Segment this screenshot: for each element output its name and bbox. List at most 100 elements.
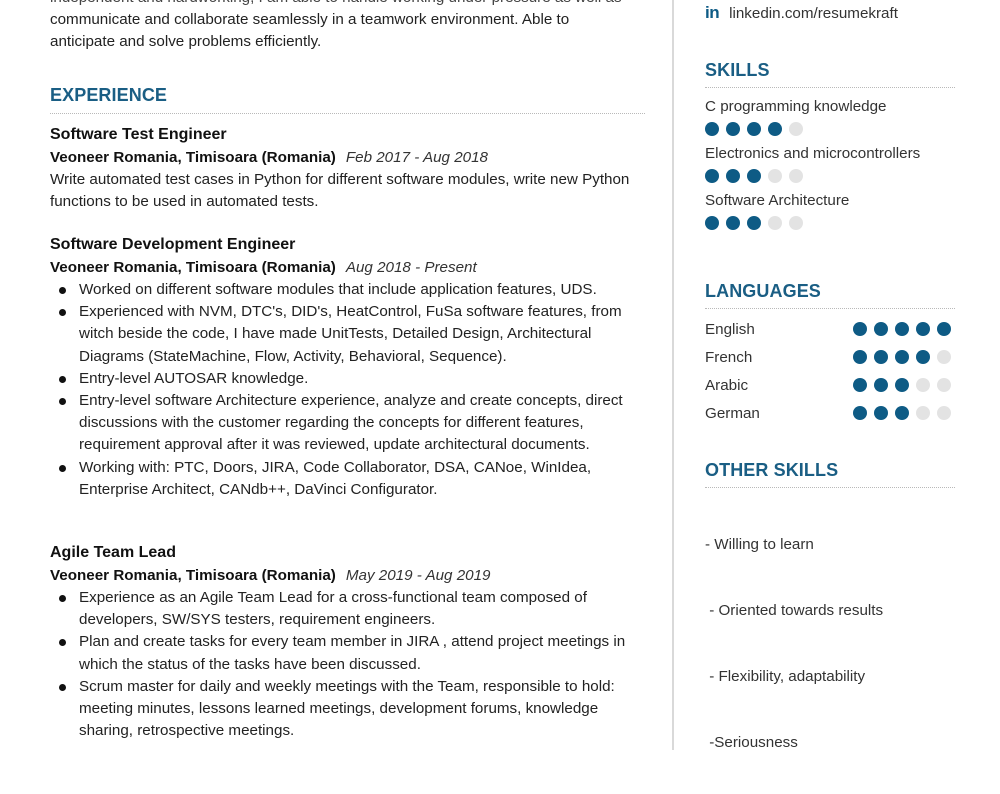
rating-dot-filled [747, 122, 761, 136]
skills-heading: SKILLS [705, 60, 770, 80]
rating-dot-filled [705, 122, 719, 136]
contact-linkedin: in linkedin.com/resumekraft [705, 3, 898, 23]
rating-dot-filled [853, 378, 867, 392]
skill-name: C programming knowledge [705, 98, 887, 115]
job-bullet: Scrum master for daily and weekly meetin… [50, 676, 645, 743]
linkedin-url[interactable]: linkedin.com/resumekraft [729, 5, 898, 22]
rating-dot-filled [768, 122, 782, 136]
job-company: Veoneer Romania, Timisoara (Romania) [50, 567, 336, 584]
languages-divider [705, 308, 955, 309]
summary: independent and hardworking, I am able t… [50, 0, 645, 53]
bullet-text: Working with: PTC, Doors, JIRA, Code Col… [79, 458, 592, 498]
other-skills-divider [705, 487, 955, 488]
job-meta: Veoneer Romania, Timisoara (Romania) May … [50, 564, 645, 587]
job-description: Write automated test cases in Python for… [50, 171, 630, 211]
bullet-icon [59, 375, 66, 383]
other-skills-section: OTHER SKILLS - Willing to learn - Orient… [705, 460, 955, 794]
job-company: Veoneer Romania, Timisoara (Romania) [50, 149, 336, 166]
language-item: Arabic [705, 371, 955, 399]
rating-dot-filled [895, 350, 909, 364]
skill-item: Software Architecture [705, 191, 955, 230]
job-bullet: Experienced with NVM, DTC's, DID's, Heat… [50, 301, 645, 368]
rating-dot-filled [895, 322, 909, 336]
language-rating [853, 378, 951, 392]
job-title: Agile Team Lead [50, 544, 176, 561]
bullet-icon [59, 595, 66, 602]
experience-divider [50, 113, 645, 114]
language-rating [853, 322, 951, 336]
linkedin-icon: in [705, 3, 720, 22]
bullet-icon [59, 464, 66, 472]
rating-dot-filled [916, 350, 930, 364]
other-skills-heading: OTHER SKILLS [705, 460, 839, 480]
rating-dot-filled [937, 322, 951, 336]
rating-dot-filled [874, 350, 888, 364]
rating-dot-filled [916, 322, 930, 336]
rating-dot-filled [853, 322, 867, 336]
skill-rating [705, 122, 955, 136]
other-skill-item: -Seriousness [705, 734, 798, 751]
languages-heading: LANGUAGES [705, 281, 821, 301]
job-dates: May 2019 - Aug 2019 [345, 567, 491, 584]
job-dates: Aug 2018 - Present [345, 259, 477, 276]
job-bullets: Experience as an Agile Team Lead for a c… [50, 587, 645, 742]
rating-dot-filled [747, 216, 761, 230]
rating-dot-empty [789, 122, 803, 136]
skill-rating [705, 169, 955, 183]
rating-dot-filled [853, 350, 867, 364]
job-bullet: Plan and create tasks for every team mem… [50, 631, 645, 675]
summary-line: communicate and collaborate seamlessly i… [50, 11, 570, 28]
rating-dot-empty [789, 169, 803, 183]
job-entry: Software Development Engineer Veoneer Ro… [50, 234, 645, 501]
rating-dot-filled [895, 406, 909, 420]
bullet-text: Scrum master for daily and weekly meetin… [79, 677, 615, 740]
job-meta: Veoneer Romania, Timisoara (Romania) Aug … [50, 256, 645, 279]
job-bullet: Entry-level AUTOSAR knowledge. [50, 368, 645, 390]
job-title: Software Test Engineer [50, 126, 227, 143]
column-divider [672, 0, 674, 750]
rating-dot-empty [937, 378, 951, 392]
job-bullet: Worked on different software modules tha… [50, 279, 645, 301]
other-skill-item: - Oriented towards results [705, 602, 884, 619]
languages-section: LANGUAGES English French Arabic German [705, 281, 955, 427]
job-dates: Feb 2017 - Aug 2018 [345, 149, 488, 166]
rating-dot-empty [916, 406, 930, 420]
other-skills-list: - Willing to learn - Oriented towards re… [705, 494, 955, 794]
skill-item: Electronics and microcontrollers [705, 144, 955, 183]
skills-section: SKILLS C programming knowledge Electroni… [705, 60, 955, 238]
rating-dot-filled [874, 322, 888, 336]
language-item: English [705, 315, 955, 343]
bullet-icon [59, 398, 66, 406]
skill-rating [705, 216, 955, 230]
rating-dot-filled [705, 216, 719, 230]
rating-dot-empty [916, 378, 930, 392]
job-bullets: Worked on different software modules tha… [50, 279, 645, 501]
job-company: Veoneer Romania, Timisoara (Romania) [50, 259, 336, 276]
rating-dot-empty [768, 169, 782, 183]
language-item: French [705, 343, 955, 371]
rating-dot-filled [726, 169, 740, 183]
skill-name: Electronics and microcontrollers [705, 145, 921, 162]
rating-dot-filled [853, 406, 867, 420]
rating-dot-empty [768, 216, 782, 230]
job-bullet: Working with: PTC, Doors, JIRA, Code Col… [50, 457, 645, 501]
bullet-icon [59, 287, 66, 294]
rating-dot-empty [937, 350, 951, 364]
skill-name: Software Architecture [705, 192, 850, 209]
rating-dot-filled [874, 406, 888, 420]
bullet-text: Entry-level AUTOSAR knowledge. [79, 369, 309, 387]
bullet-text: Entry-level software Architecture experi… [79, 392, 623, 454]
rating-dot-filled [726, 122, 740, 136]
bullet-text: Experience as an Agile Team Lead for a c… [79, 589, 587, 629]
summary-line: anticipate and solve problems efficientl… [50, 33, 322, 50]
job-meta: Veoneer Romania, Timisoara (Romania) Feb … [50, 146, 645, 169]
bullet-text: Experienced with NVM, DTC's, DID's, Heat… [79, 303, 622, 365]
skill-item: C programming knowledge [705, 97, 955, 136]
bullet-icon [59, 639, 66, 647]
languages-list: English French Arabic German [705, 315, 955, 427]
bullet-text: Plan and create tasks for every team mem… [79, 633, 626, 673]
rating-dot-filled [726, 216, 740, 230]
language-item: German [705, 399, 955, 427]
other-skill-item: - Willing to learn [705, 536, 814, 553]
bullet-text: Worked on different software modules tha… [79, 281, 597, 298]
